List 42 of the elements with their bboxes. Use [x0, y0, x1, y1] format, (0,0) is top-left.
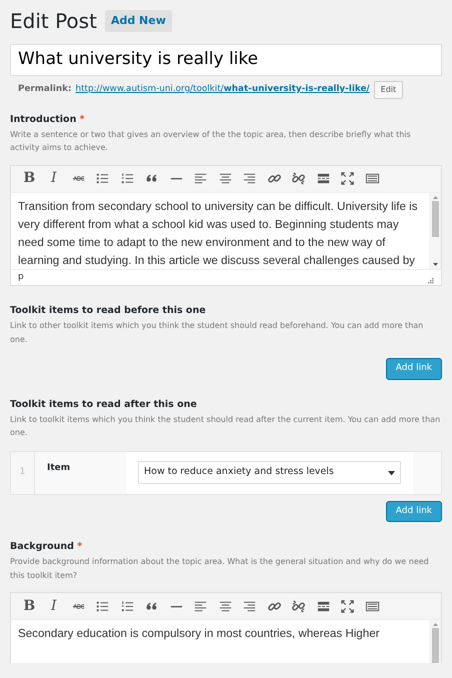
title-field[interactable]: What university is really like [10, 44, 442, 76]
required-asterisk: * [80, 114, 85, 124]
fullscreen-icon[interactable] [340, 171, 356, 186]
required-asterisk: * [77, 541, 82, 552]
permalink-link[interactable]: http://www.autism-uni.org/toolkit/what-university-is-really-like/ [76, 82, 370, 96]
resize-handle-icon[interactable] [428, 278, 434, 284]
field-help-text: Link to other toolkit items which you think the student should read beforehand. You can add more than one. [10, 320, 424, 346]
item-label: Item [35, 452, 126, 494]
fullscreen-icon[interactable] [340, 598, 356, 614]
permalink-label: Permalink: [18, 82, 72, 96]
keyboard-icon[interactable] [364, 171, 380, 186]
unlink-icon[interactable] [291, 171, 306, 186]
field-label: Background [10, 541, 74, 552]
bullet-list-icon[interactable] [95, 171, 110, 186]
italic-button[interactable]: I [42, 596, 66, 616]
dropdown-arrow-icon[interactable] [388, 470, 395, 476]
element-path: p [18, 270, 24, 284]
add-new-button[interactable]: Add New [104, 10, 172, 32]
read-more-icon[interactable] [316, 171, 331, 186]
scrollbar[interactable] [429, 192, 441, 268]
field-label: Toolkit items to read after this one [10, 398, 197, 410]
numbered-list-icon[interactable] [120, 171, 135, 186]
field-help-text: Link to toolkit items which you think the student should read after the current item. You can add more than one. [10, 414, 442, 439]
edit-button[interactable]: Edit [374, 80, 404, 98]
bold-button[interactable]: B [17, 168, 42, 188]
field-help-text: Write a sentence or two that gives an overview of the the topic area, then describe briefly what this activity aims to achieve. [10, 128, 412, 154]
numbered-list-icon[interactable] [120, 598, 135, 614]
editor-text: Secondary education is compulsory in most countries, whereas Higher [17, 626, 381, 642]
row-number: 1 [11, 452, 35, 494]
page-title: Edit Post [10, 8, 97, 35]
field-label: Toolkit items to read before this one [10, 305, 206, 316]
field-help-text: Provide background information about the topic area. What is the general situation and why do we need this toolkit item? [10, 556, 430, 582]
align-right-icon[interactable] [242, 171, 258, 186]
field-label: Introduction [10, 114, 76, 124]
align-center-icon[interactable] [218, 171, 233, 186]
align-left-icon[interactable] [193, 171, 208, 186]
italic-button[interactable]: I [42, 168, 66, 188]
editor-text: Transition from secondary school to university can be difficult. University life is very different from what a school kid was used to. Beginning students may need some time to adapt to the new environment and to the new way of learning and studying. In this article we discuss several challenges caused by [17, 198, 419, 268]
bold-button[interactable]: B [17, 596, 42, 616]
scroll-down-icon[interactable] [432, 260, 438, 268]
unlink-icon[interactable] [291, 598, 306, 614]
item-select[interactable]: How to reduce anxiety and stress levels [138, 461, 401, 484]
